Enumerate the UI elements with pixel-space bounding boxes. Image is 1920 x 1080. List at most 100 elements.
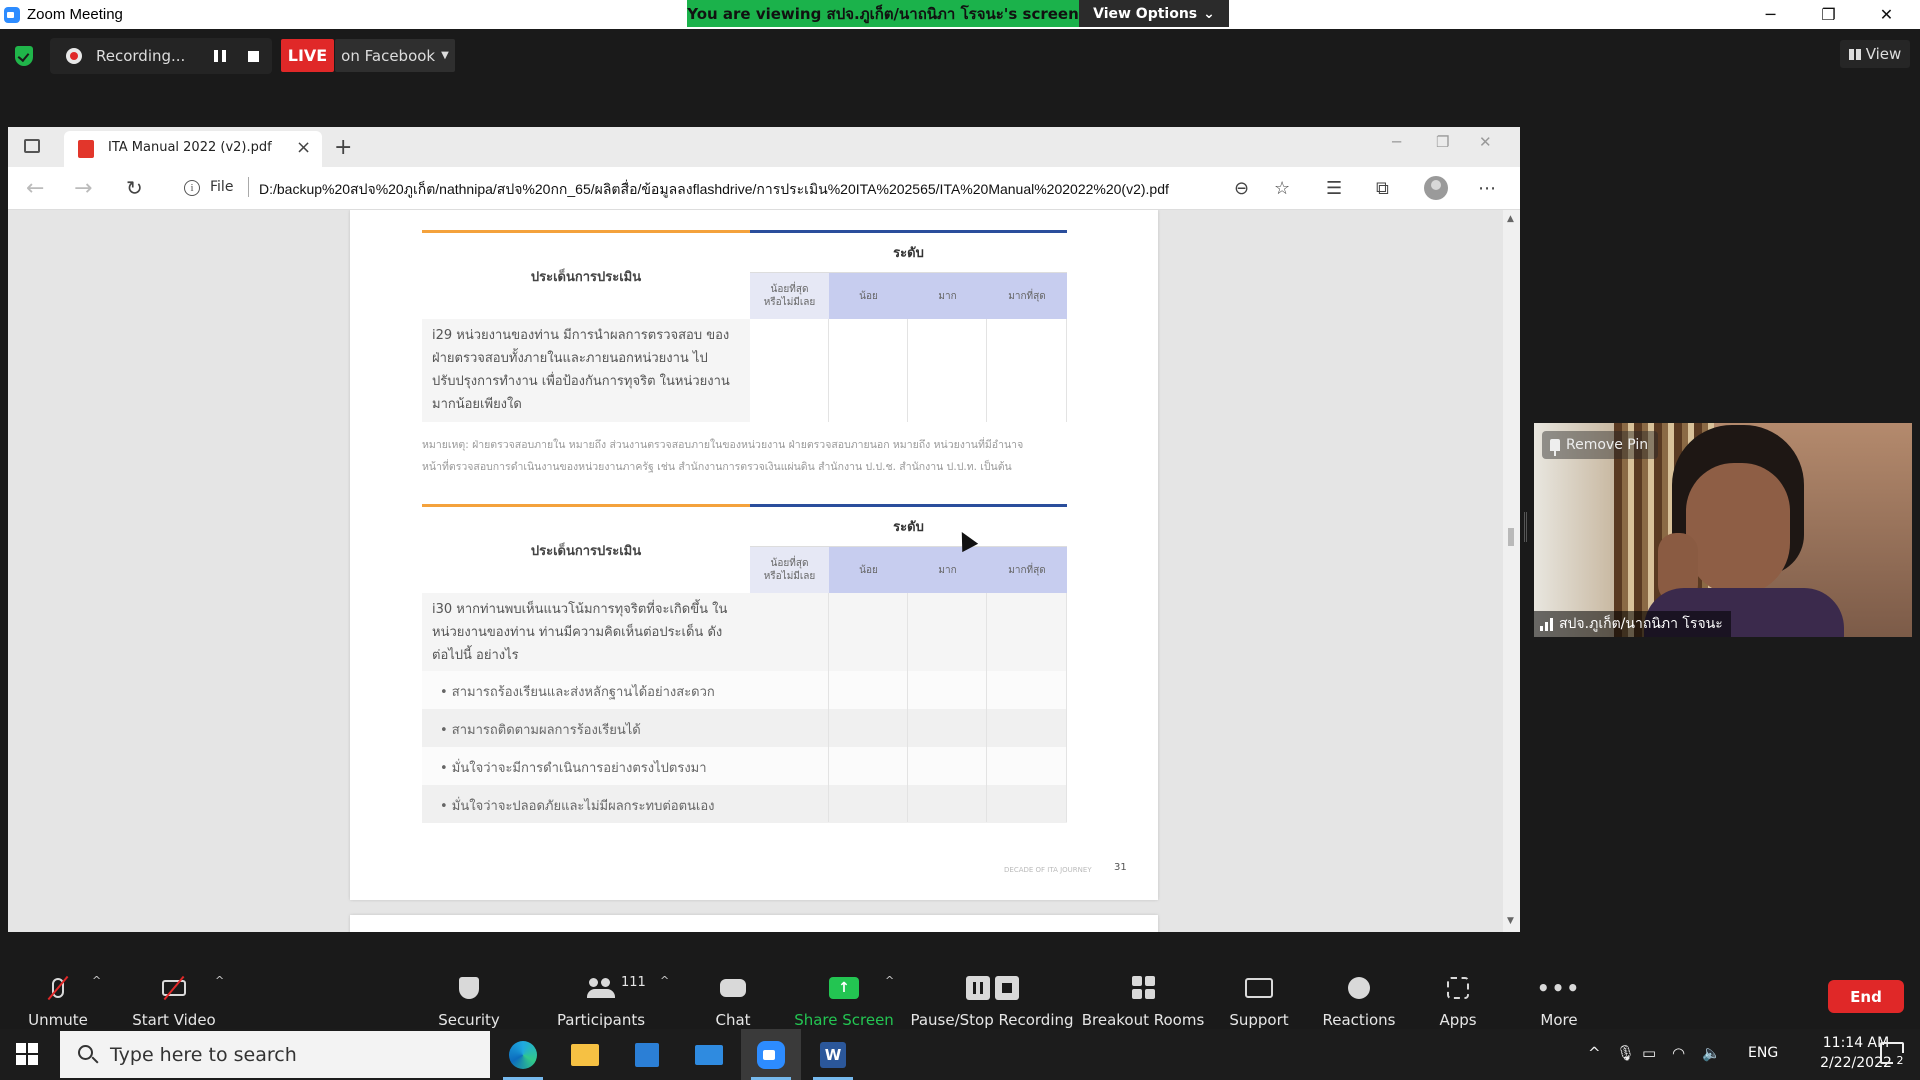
participant-video-tile[interactable]: Remove Pin สปจ.ภูเก็ต/นาถนิภา โรจนะ [1534, 423, 1912, 637]
remove-pin-button[interactable]: Remove Pin [1542, 431, 1659, 459]
security-button[interactable]: Security [432, 950, 506, 1029]
encryption-shield-icon[interactable] [15, 46, 33, 66]
live-destination-dropdown[interactable]: on Facebook ▼ [335, 39, 455, 72]
browser-address-bar: ← → ↻ i File D:/backup%20สปจ%20ภูเก็ต/na… [8, 167, 1520, 210]
apps-button[interactable]: Apps [1432, 950, 1484, 1029]
taskbar-store[interactable] [617, 1029, 677, 1080]
share-screen-label: Share Screen [794, 1011, 894, 1029]
browser-restore-icon[interactable]: ❐ [1436, 133, 1449, 151]
answer-column [829, 593, 908, 822]
pdf-page: ประเด็นการประเมิน ระดับ น้อยที่สุด หรือไ… [350, 210, 1158, 900]
taskbar-file-explorer[interactable] [555, 1029, 615, 1080]
search-placeholder: Type here to search [110, 1043, 297, 1066]
battery-icon[interactable]: ▭ [1642, 1044, 1656, 1062]
stop-recording-icon[interactable] [248, 51, 259, 62]
scroll-up-icon[interactable]: ▲ [1507, 214, 1514, 224]
end-meeting-button[interactable]: End [1828, 980, 1904, 1013]
share-screen-button[interactable]: ↑ Share Screen [794, 950, 894, 1029]
system-tray: ^ 🎙 ▭ ◠ 🔈 ENG 11:14 AM 2/22/2022 [1580, 1029, 1910, 1080]
maximize-button[interactable]: ❐ [1800, 0, 1857, 29]
volume-icon[interactable]: 🔈 [1702, 1044, 1721, 1062]
view-options-label: View Options [1093, 5, 1198, 22]
taskbar-mail[interactable] [679, 1029, 739, 1080]
taskbar-word[interactable]: W [803, 1029, 863, 1080]
scrollbar-thumb[interactable] [1508, 528, 1514, 546]
more-menu-icon[interactable]: ⋯ [1478, 178, 1496, 199]
audio-options-caret-icon[interactable]: ^ [92, 974, 101, 987]
word-app-icon: W [820, 1041, 846, 1068]
start-video-button[interactable]: Start Video [128, 950, 220, 1029]
zoom-logo-icon [4, 7, 20, 23]
store-bag-icon [635, 1042, 659, 1067]
share-options-caret-icon[interactable]: ^ [885, 974, 894, 987]
more-button[interactable]: ••• More [1534, 950, 1584, 1030]
live-destination-label: on Facebook [341, 46, 436, 65]
tab-actions-icon[interactable] [24, 139, 40, 153]
pdf-viewer[interactable]: ประเด็นการประเมิน ระดับ น้อยที่สุด หรือไ… [8, 210, 1520, 932]
meeting-toolbar: Unmute ^ Start Video ^ Security Particip… [0, 950, 1920, 1029]
view-button[interactable]: View [1840, 40, 1910, 68]
new-tab-icon[interactable]: + [334, 135, 352, 160]
minimize-button[interactable]: ─ [1742, 0, 1799, 29]
answer-cell [750, 319, 829, 422]
scroll-down-icon[interactable]: ▼ [1507, 916, 1514, 926]
option-text: • มั่นใจว่าจะปลอดภัยและไม่มีผลกระทบต่อตน… [440, 799, 715, 814]
apps-label: Apps [1439, 1011, 1477, 1029]
taskbar-search-input[interactable]: Type here to search [60, 1031, 490, 1078]
microphone-icon[interactable]: 🎙 [1616, 1044, 1635, 1062]
split-divider-handle[interactable] [1524, 512, 1527, 542]
video-person [1686, 463, 1790, 595]
participant-name-label: สปจ.ภูเก็ต/นาถนิภา โรจนะ [1534, 611, 1731, 637]
support-button[interactable]: Support [1226, 950, 1292, 1029]
assessment-table-i30: ประเด็นการประเมิน ระดับ น้อยที่สุด หรือไ… [422, 504, 1067, 823]
close-tab-icon[interactable]: × [296, 137, 311, 158]
collections-icon[interactable]: ⧉ [1376, 178, 1389, 199]
url-input[interactable]: D:/backup%20สปจ%20ภูเก็ต/nathnipa/สปจ%20… [259, 179, 1169, 201]
input-language[interactable]: ENG [1748, 1045, 1778, 1061]
browser-minimize-icon[interactable]: ─ [1392, 133, 1401, 151]
start-windows-icon[interactable] [16, 1043, 38, 1065]
more-label: More [1540, 1011, 1578, 1029]
view-label: View [1865, 45, 1902, 63]
breakout-rooms-button[interactable]: Breakout Rooms [1082, 950, 1204, 1029]
search-icon [78, 1045, 93, 1060]
chat-button[interactable]: Chat [708, 950, 758, 1029]
participant-count: 111 [621, 975, 646, 990]
add-favorite-icon[interactable]: ☆ [1274, 178, 1290, 199]
table-header-topic: ประเด็นการประเมิน [530, 543, 642, 559]
close-button[interactable]: ✕ [1858, 0, 1915, 29]
unmute-button[interactable]: Unmute [22, 950, 94, 1029]
option-text: • สามารถร้องเรียนและส่งหลักฐานได้อย่างสะ… [440, 685, 715, 700]
viewer-scrollbar[interactable]: ▲ ▼ [1503, 210, 1520, 932]
wifi-icon[interactable]: ◠ [1672, 1044, 1685, 1062]
pause-stop-recording-button[interactable]: Pause/Stop Recording [910, 950, 1074, 1029]
favorites-icon[interactable]: ☰ [1326, 178, 1342, 199]
table-header-topic: ประเด็นการประเมิน [530, 269, 642, 285]
level-col-least: น้อยที่สุด หรือไม่มีเลย [750, 273, 829, 319]
edge-browser-icon [509, 1040, 537, 1069]
browser-close-icon[interactable]: ✕ [1479, 133, 1492, 151]
reactions-button[interactable]: Reactions [1322, 950, 1396, 1029]
show-hidden-icons-icon[interactable]: ^ [1588, 1044, 1601, 1062]
video-options-caret-icon[interactable]: ^ [215, 974, 224, 987]
taskbar-edge[interactable] [493, 1029, 553, 1080]
smiley-icon [1348, 976, 1370, 999]
gallery-icon [1848, 48, 1861, 60]
taskbar-zoom[interactable] [741, 1029, 801, 1080]
forward-icon[interactable]: → [74, 176, 92, 201]
profile-avatar[interactable] [1424, 176, 1448, 200]
back-icon[interactable]: ← [26, 176, 44, 201]
zoom-app-icon [757, 1040, 785, 1069]
pin-icon [1550, 439, 1560, 456]
zoom-out-icon[interactable]: ⊖ [1234, 178, 1249, 199]
level-col-most: มากที่สุด [987, 547, 1067, 593]
reload-icon[interactable]: ↻ [126, 176, 143, 200]
participants-caret-icon[interactable]: ^ [660, 974, 669, 987]
reactions-label: Reactions [1322, 1011, 1396, 1029]
note-line: หมายเหตุ: ฝ่ายตรวจสอบภายใน หมายถึง ส่วนง… [422, 439, 1024, 451]
pause-recording-icon[interactable] [214, 50, 226, 62]
signal-bars-icon [1540, 617, 1553, 631]
view-options-button[interactable]: View Options ⌄ [1079, 0, 1229, 27]
browser-tab[interactable]: ITA Manual 2022 (v2).pdf × [64, 131, 322, 167]
info-icon[interactable]: i [184, 180, 200, 196]
